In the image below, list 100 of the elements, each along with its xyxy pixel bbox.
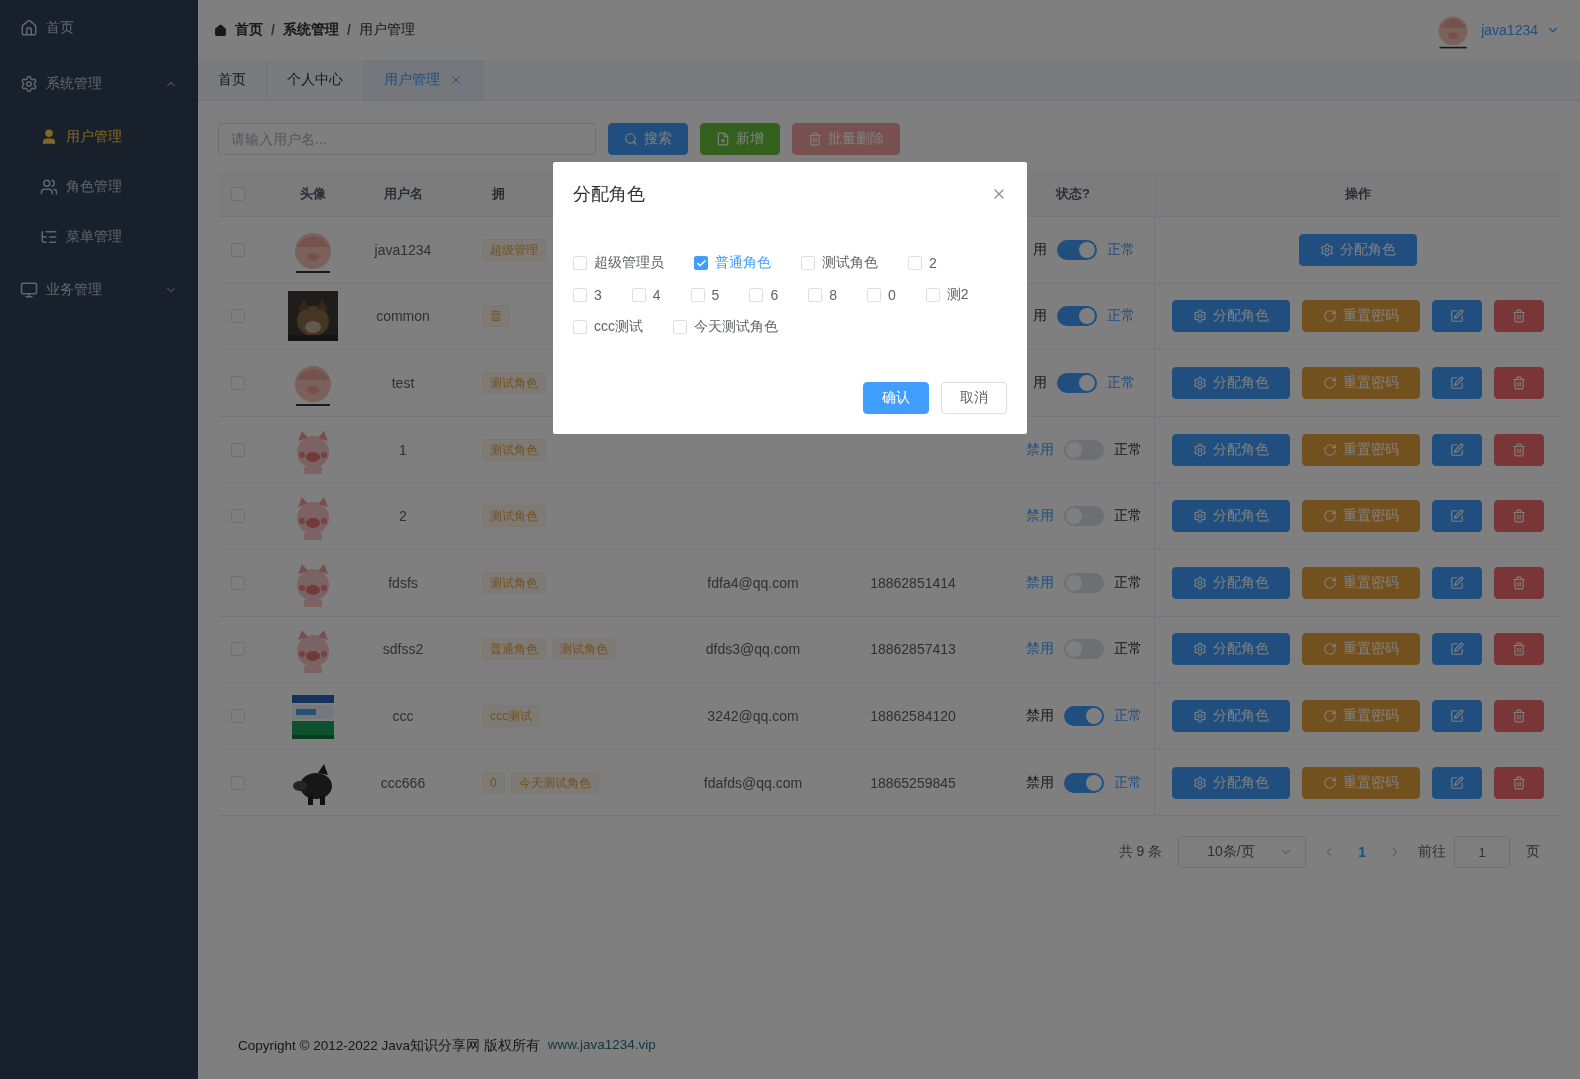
- breadcrumb-separator: /: [346, 22, 351, 38]
- column-header: 头像: [300, 185, 326, 201]
- edit-button[interactable]: [1431, 433, 1482, 466]
- reset-password-button[interactable]: 重置密码: [1301, 699, 1420, 732]
- switch-label: 正常: [1107, 307, 1135, 326]
- assign-role-button[interactable]: 分配角色: [1171, 566, 1290, 599]
- toggle-switch[interactable]: [1057, 239, 1097, 260]
- trash-icon: [1511, 309, 1526, 324]
- page-size-select[interactable]: 10条/页: [1178, 836, 1307, 869]
- role-checkbox[interactable]: ccc测试: [573, 318, 643, 336]
- reset-password-button[interactable]: 重置密码: [1301, 300, 1420, 333]
- edit-button[interactable]: [1431, 699, 1482, 732]
- toggle-switch[interactable]: [1057, 306, 1097, 327]
- close-icon[interactable]: [450, 74, 462, 86]
- role-checkbox[interactable]: 3: [573, 286, 602, 304]
- role-checkbox[interactable]: 8: [808, 286, 837, 304]
- add-button[interactable]: 新增: [700, 123, 780, 155]
- settings-icon: [1192, 309, 1207, 324]
- search-button[interactable]: 搜索: [608, 123, 688, 155]
- reset-password-button[interactable]: 重置密码: [1301, 367, 1420, 399]
- toggle-switch[interactable]: [1057, 373, 1097, 393]
- breadcrumb-item[interactable]: 首页: [235, 21, 263, 39]
- sidebar-item[interactable]: 业务管理: [0, 262, 198, 318]
- edit-button[interactable]: [1431, 766, 1482, 799]
- settings-icon: [1192, 509, 1207, 524]
- role-checkbox[interactable]: 4: [631, 286, 661, 304]
- sidebar-item[interactable]: 菜单管理: [0, 212, 198, 262]
- settings-icon: [1192, 642, 1207, 657]
- sidebar-item[interactable]: 首页: [0, 0, 198, 56]
- delete-button[interactable]: [1493, 699, 1544, 732]
- edit-icon: [1449, 376, 1464, 390]
- tab[interactable]: 首页: [198, 60, 267, 100]
- delete-button[interactable]: [1493, 433, 1544, 466]
- search-icon: [624, 132, 638, 146]
- sidebar-item[interactable]: 用户管理: [0, 112, 198, 162]
- role-checkbox[interactable]: 测2: [925, 286, 969, 304]
- edit-icon: [1449, 309, 1464, 324]
- edit-button[interactable]: [1431, 367, 1482, 399]
- assign-role-button[interactable]: 分配角色: [1171, 367, 1290, 399]
- assign-role-button[interactable]: 分配角色: [1171, 433, 1290, 466]
- switch-label: 正常: [1114, 773, 1142, 792]
- role-checkbox[interactable]: 0: [867, 286, 896, 304]
- role-checkbox[interactable]: 5: [690, 286, 720, 304]
- breadcrumb-item: 用户管理: [358, 21, 415, 39]
- role-checkbox[interactable]: 6: [749, 286, 779, 304]
- role-checkbox[interactable]: 超级管理员: [573, 254, 664, 272]
- user-name[interactable]: java1234: [1481, 22, 1538, 38]
- edit-icon: [1449, 642, 1464, 657]
- delete-button[interactable]: [1493, 500, 1544, 533]
- reset-password-button[interactable]: 重置密码: [1301, 766, 1420, 799]
- switch-label: 用: [1033, 374, 1047, 392]
- reset-password-button[interactable]: 重置密码: [1301, 633, 1420, 666]
- assign-role-button[interactable]: 分配角色: [1171, 500, 1290, 533]
- assign-role-button[interactable]: 分配角色: [1171, 633, 1290, 666]
- page-number[interactable]: 1: [1352, 844, 1372, 861]
- page-input[interactable]: 1: [1454, 836, 1510, 869]
- switch-label: 正常: [1114, 573, 1142, 592]
- role-checkbox[interactable]: 2: [908, 254, 937, 272]
- trash-icon: [1511, 509, 1526, 524]
- role-checkbox[interactable]: 普通角色: [694, 254, 771, 272]
- table-cell: ccc666: [380, 774, 426, 791]
- table-cell: 2: [399, 508, 407, 525]
- role-checkbox[interactable]: 今天测试角色: [673, 318, 778, 336]
- breadcrumb-item[interactable]: 系统管理: [282, 21, 339, 39]
- delete-button[interactable]: [1493, 300, 1544, 333]
- toggle-switch[interactable]: [1064, 705, 1104, 726]
- sidebar-item[interactable]: 角色管理: [0, 162, 198, 212]
- table-cell: 18865259845: [870, 774, 956, 791]
- refresh-icon: [1322, 708, 1337, 723]
- role-tag: 超级管理: [482, 238, 546, 261]
- cancel-button[interactable]: 取消: [941, 382, 1007, 414]
- assign-role-button[interactable]: 分配角色: [1171, 300, 1290, 333]
- switch-label: 正常: [1114, 507, 1142, 526]
- reset-password-button[interactable]: 重置密码: [1301, 433, 1420, 466]
- edit-button[interactable]: [1431, 300, 1482, 333]
- switch-label: 正常: [1107, 374, 1135, 392]
- footer-link[interactable]: www.java1234.vip: [547, 1037, 656, 1055]
- table-cell: fdfa4@qq.com: [707, 574, 799, 591]
- delete-button[interactable]: [1493, 367, 1544, 399]
- assign-role-button[interactable]: 分配角色: [1171, 766, 1290, 799]
- table-cell: 18862584120: [870, 707, 956, 724]
- assign-role-button[interactable]: 分配角色: [1298, 233, 1417, 266]
- toggle-switch[interactable]: [1064, 772, 1104, 793]
- switch-label: 正常: [1114, 440, 1142, 459]
- reset-password-button[interactable]: 重置密码: [1301, 566, 1420, 599]
- edit-button[interactable]: [1431, 566, 1482, 599]
- assign-role-button[interactable]: 分配角色: [1171, 699, 1290, 732]
- edit-button[interactable]: [1431, 633, 1482, 666]
- sidebar-item[interactable]: 系统管理: [0, 56, 198, 112]
- confirm-button[interactable]: 确认: [863, 382, 929, 414]
- delete-button[interactable]: [1493, 766, 1544, 799]
- edit-button[interactable]: [1431, 500, 1482, 533]
- edit-icon: [1449, 509, 1464, 524]
- reset-password-button[interactable]: 重置密码: [1301, 500, 1420, 533]
- check-icon: [695, 257, 707, 269]
- role-checkbox[interactable]: 测试角色: [801, 254, 878, 272]
- refresh-icon: [1322, 575, 1337, 590]
- tab[interactable]: 用户管理: [364, 60, 483, 100]
- delete-button[interactable]: [1493, 566, 1544, 599]
- delete-button[interactable]: [1493, 633, 1544, 666]
